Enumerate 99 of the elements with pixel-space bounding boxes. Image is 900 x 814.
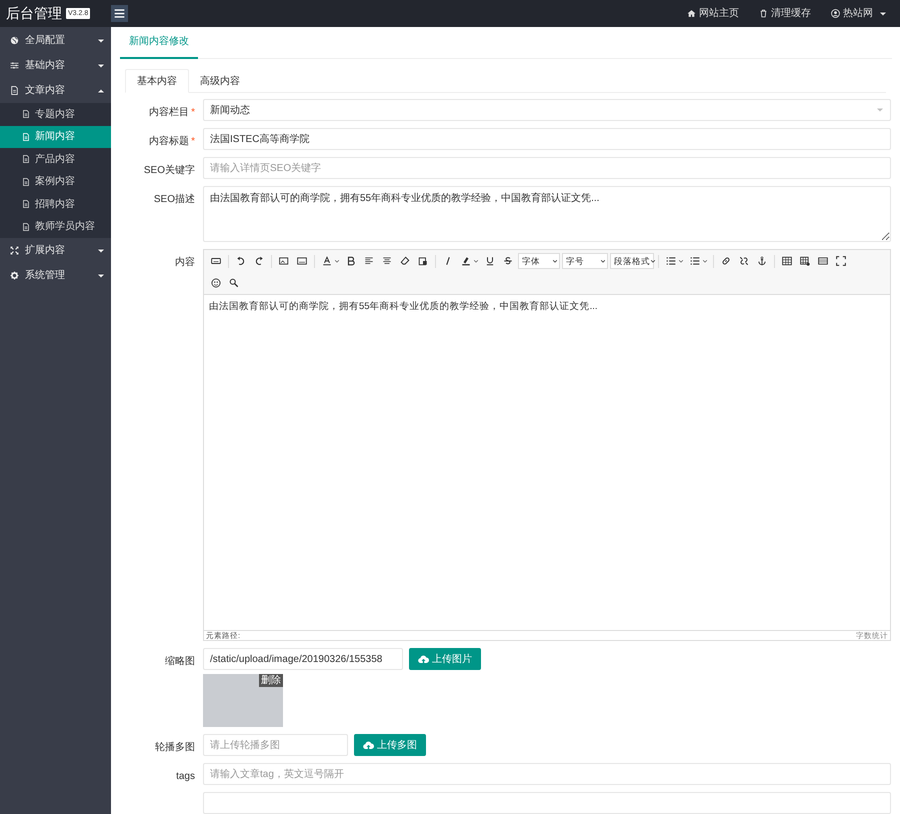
image-icon bbox=[279, 256, 289, 266]
input-field[interactable]: /static/upload/image/20190326/155358 bbox=[203, 648, 403, 670]
field-label: SEO关键字 bbox=[142, 164, 196, 178]
field-label: SEO描述 bbox=[152, 192, 196, 207]
table-insert-icon bbox=[800, 256, 810, 266]
required-mark: * bbox=[191, 136, 195, 147]
settings-icon bbox=[10, 271, 19, 280]
menu-button[interactable] bbox=[111, 5, 128, 22]
document-icon bbox=[22, 110, 30, 118]
document-icon bbox=[22, 200, 30, 208]
user-icon bbox=[831, 9, 840, 18]
search-replace-icon bbox=[229, 278, 239, 288]
strikethrough-icon bbox=[503, 256, 513, 266]
trash-icon bbox=[759, 9, 768, 18]
input-field[interactable] bbox=[203, 792, 891, 814]
sidebar-item[interactable]: 系统管理 bbox=[0, 263, 111, 288]
input-field[interactable]: 请输入详情页SEO关键字 bbox=[203, 157, 891, 179]
dropdown-caret-icon bbox=[334, 258, 340, 264]
input-field[interactable]: 请上传轮播多图 bbox=[203, 734, 348, 756]
select-field[interactable]: 新闻动态 bbox=[203, 99, 891, 121]
bulleted-list-icon bbox=[666, 256, 676, 266]
upload-button[interactable]: 上传多图 bbox=[354, 734, 426, 756]
sliders-icon bbox=[10, 61, 19, 70]
menu-icon bbox=[114, 8, 125, 19]
format-dropdown[interactable]: 字号 bbox=[562, 253, 608, 269]
required-mark: * bbox=[191, 107, 195, 118]
caret-icon bbox=[97, 246, 105, 254]
document-icon bbox=[22, 178, 30, 186]
dropdown-caret-icon bbox=[552, 258, 558, 264]
align-left-icon bbox=[364, 256, 374, 266]
field-label: 内容栏目 * bbox=[148, 106, 196, 120]
highlight-icon bbox=[461, 256, 471, 266]
sidebar-subitem[interactable]: 教师学员内容 bbox=[0, 216, 111, 238]
app-title: 后台管理 bbox=[6, 4, 62, 23]
dropdown-caret-icon bbox=[678, 258, 684, 264]
caret-icon bbox=[97, 36, 105, 44]
caret-icon bbox=[97, 62, 105, 70]
upload-button[interactable]: 上传图片 bbox=[409, 648, 481, 670]
fullscreen-icon bbox=[836, 256, 846, 266]
dropdown-caret-icon bbox=[473, 258, 479, 264]
cloud-upload-icon bbox=[363, 740, 374, 750]
header-link[interactable]: 网站主页 bbox=[687, 6, 739, 21]
field-label: 轮播多图 bbox=[154, 740, 196, 755]
field-label: 缩略图 bbox=[164, 654, 196, 669]
document-icon bbox=[22, 132, 30, 141]
field-label: tags bbox=[175, 770, 196, 784]
editor-text: 由法国教育部认可的商学院，拥有55年商科专业优质的教学经验，中国教育部认证文凭... bbox=[208, 300, 598, 314]
dropdown-caret-icon bbox=[600, 258, 606, 264]
input-field[interactable]: 法国ISTEC高等商学院 bbox=[203, 128, 891, 150]
font-color-icon bbox=[322, 256, 332, 266]
undo-icon bbox=[236, 256, 246, 266]
link-icon bbox=[721, 256, 731, 266]
anchor-icon bbox=[757, 256, 767, 266]
sidebar-subitem[interactable]: 新闻内容 bbox=[0, 126, 111, 148]
sidebar-subitem[interactable]: 案例内容 bbox=[0, 170, 111, 193]
sidebar-item[interactable]: 文章内容 bbox=[0, 78, 111, 103]
field-label: 内容 bbox=[174, 256, 196, 270]
picture-frame-icon bbox=[297, 256, 307, 266]
keyboard-icon bbox=[211, 256, 221, 266]
bold-icon bbox=[346, 256, 356, 266]
caret-icon bbox=[97, 86, 105, 94]
document-icon bbox=[22, 222, 30, 231]
format-dropdown[interactable]: 字体 bbox=[518, 253, 560, 269]
sidebar-item[interactable]: 扩展内容 bbox=[0, 238, 111, 263]
page-tab[interactable]: 新闻内容修改 bbox=[120, 34, 198, 59]
header-link[interactable]: 热站网 bbox=[831, 6, 887, 21]
cloud-upload-icon bbox=[418, 654, 429, 664]
document-icon bbox=[10, 86, 19, 95]
expand-arrows-icon bbox=[10, 246, 19, 255]
content-tab[interactable]: 基本内容 bbox=[125, 69, 189, 93]
table-row-icon bbox=[818, 256, 828, 266]
numbered-list-icon bbox=[690, 256, 700, 266]
document-icon bbox=[22, 155, 30, 164]
table-icon bbox=[782, 256, 792, 266]
sidebar-item[interactable]: 全局配置 bbox=[0, 28, 111, 53]
emoji-icon bbox=[211, 278, 221, 288]
globe-icon bbox=[10, 36, 19, 45]
sidebar-subitem[interactable]: 招聘内容 bbox=[0, 193, 111, 216]
delete-button[interactable]: 删除 bbox=[259, 674, 283, 687]
dropdown-caret-icon bbox=[702, 258, 708, 264]
content-tab[interactable]: 高级内容 bbox=[189, 69, 251, 93]
unlink-icon bbox=[739, 256, 749, 266]
paste-icon bbox=[418, 256, 428, 266]
dropdown-caret-icon bbox=[650, 258, 656, 264]
input-field[interactable]: 请输入文章tag，英文逗号隔开 bbox=[203, 763, 891, 785]
redo-icon bbox=[254, 256, 264, 266]
format-dropdown[interactable]: 段落格式 bbox=[610, 253, 654, 269]
home-icon bbox=[687, 9, 696, 18]
caret-icon bbox=[876, 106, 884, 114]
textarea-field[interactable]: 由法国教育部认可的商学院，拥有55年商科专业优质的教学经验，中国教育部认证文凭... bbox=[203, 186, 891, 242]
sidebar-subitem[interactable]: 产品内容 bbox=[0, 148, 111, 170]
sidebar-subitem[interactable]: 专题内容 bbox=[0, 103, 111, 126]
caret-icon bbox=[97, 272, 105, 280]
field-label: 内容标题 * bbox=[148, 134, 196, 149]
eraser-icon bbox=[400, 256, 410, 266]
header-link[interactable]: 清理缓存 bbox=[759, 6, 811, 21]
align-center-icon bbox=[382, 256, 392, 266]
underline-icon bbox=[485, 256, 495, 266]
sidebar-item[interactable]: 基础内容 bbox=[0, 53, 111, 78]
